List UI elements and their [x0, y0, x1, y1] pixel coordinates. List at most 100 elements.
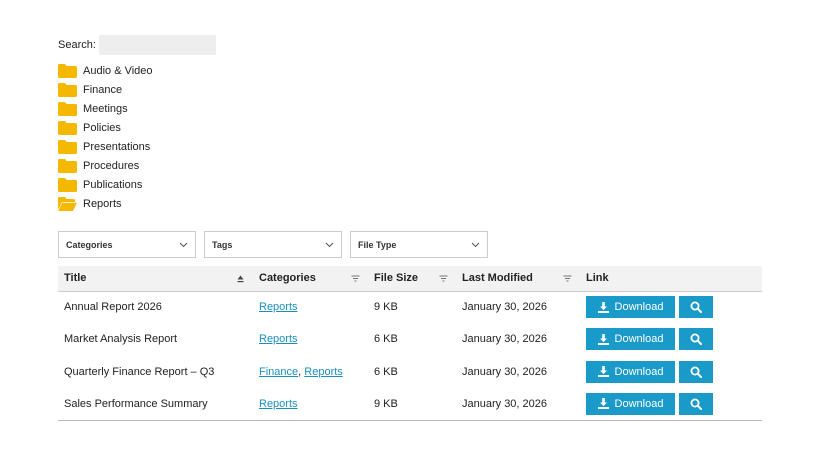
folder-label: Finance [83, 84, 123, 97]
download-label: Download [614, 301, 664, 314]
column-header-label: Title [64, 272, 87, 285]
category-link-reports[interactable]: Reports [259, 398, 298, 410]
folder-item-policies[interactable]: Policies [58, 119, 153, 138]
download-icon [597, 301, 609, 313]
sort-icon [563, 275, 572, 282]
category-link-reports[interactable]: Reports [259, 301, 298, 313]
cell-file-size: 9 KB [374, 301, 398, 314]
search-icon [690, 301, 702, 314]
column-header-label: File Size [374, 272, 419, 285]
column-header-label: Categories [259, 272, 316, 285]
download-label: Download [614, 397, 664, 410]
documents-table: Title Categories File Size Last Modified… [58, 266, 762, 421]
chevron-down-icon [471, 242, 480, 248]
cell-categories: Reports [253, 387, 368, 421]
folder-label: Policies [83, 122, 121, 135]
column-header-file-size[interactable]: File Size [368, 266, 456, 292]
cell-last-modified: January 30, 2026 [456, 387, 580, 421]
table-row: Sales Performance Summary Reports 9 KB J… [58, 387, 762, 421]
file-type-filter-label: File Type [358, 239, 397, 250]
download-icon [597, 366, 609, 378]
cell-last-modified: January 30, 2026 [462, 365, 548, 378]
folder-item-audio-video[interactable]: Audio & Video [58, 62, 153, 81]
cell-last-modified: January 30, 2026 [462, 333, 548, 346]
cell-categories: Finance, Reports [253, 356, 368, 388]
cell-categories: Reports [253, 291, 368, 323]
folder-label: Presentations [83, 141, 151, 153]
download-button[interactable]: Download [586, 360, 675, 383]
download-button[interactable]: Download [586, 328, 675, 351]
folder-list: Audio & Video Finance Meetings Policies … [58, 62, 153, 213]
folder-label: Audio & Video [83, 65, 153, 78]
preview-button[interactable] [679, 296, 713, 319]
preview-button[interactable] [679, 360, 713, 383]
search-bar: Search: [58, 35, 216, 55]
table-row: Annual Report 2026 Reports 9 KB January … [58, 291, 762, 323]
cell-file-size: 9 KB [368, 387, 456, 421]
folder-icon [58, 83, 77, 98]
cell-last-modified: January 30, 2026 [462, 301, 548, 314]
preview-button[interactable] [679, 392, 713, 415]
cell-link: Download [580, 356, 762, 388]
download-label: Download [614, 365, 664, 378]
search-input[interactable] [98, 35, 216, 55]
folder-item-reports[interactable]: Reports [58, 194, 153, 213]
column-header-label: Link [586, 272, 609, 285]
folder-label: Procedures [83, 159, 140, 172]
cell-title: Sales Performance Summary [58, 387, 253, 421]
chevron-down-icon [325, 242, 334, 248]
categories-filter-label: Categories [66, 239, 113, 250]
download-icon [597, 398, 609, 410]
filter-bar: Categories Tags File Type [58, 231, 496, 258]
category-link-finance[interactable]: Finance [259, 366, 298, 378]
cell-link: Download [580, 387, 762, 421]
folder-item-meetings[interactable]: Meetings [58, 100, 153, 119]
column-header-categories[interactable]: Categories [253, 266, 368, 292]
category-link-reports[interactable]: Reports [304, 366, 343, 378]
cell-title: Quarterly Finance Report – Q3 [64, 365, 215, 378]
search-icon [690, 333, 702, 346]
preview-button[interactable] [679, 328, 713, 351]
folder-item-finance[interactable]: Finance [58, 81, 153, 100]
file-type-filter-select[interactable]: File Type [350, 231, 488, 258]
folder-label: Meetings [83, 103, 128, 116]
column-header-last-modified[interactable]: Last Modified [456, 266, 580, 292]
cell-title: Annual Report 2026 [64, 301, 162, 314]
cell-file-size: 6 KB [374, 333, 398, 346]
category-link-reports[interactable]: Reports [259, 333, 298, 345]
column-header-title[interactable]: Title [58, 266, 253, 292]
folder-icon [58, 102, 77, 117]
table-row: Quarterly Finance Report – Q3 Finance, R… [58, 356, 762, 388]
tags-filter-select[interactable]: Tags [204, 231, 342, 258]
search-icon [690, 398, 702, 410]
folder-label: Reports [83, 197, 122, 210]
cell-link: Download [580, 323, 762, 355]
folder-open-icon [58, 196, 77, 211]
sort-icon [439, 275, 448, 282]
cell-title: Market Analysis Report [64, 333, 178, 346]
download-label: Download [614, 333, 664, 346]
sort-asc-icon [237, 275, 244, 283]
table-header-row: Title Categories File Size Last Modified… [58, 266, 762, 292]
chevron-down-icon [179, 242, 188, 248]
table-row: Market Analysis Report Reports 6 KB Janu… [58, 323, 762, 355]
sort-icon [351, 275, 360, 282]
folder-icon [58, 121, 77, 136]
folder-icon [58, 64, 77, 79]
folder-item-procedures[interactable]: Procedures [58, 156, 153, 175]
folder-item-publications[interactable]: Publications [58, 175, 153, 194]
cell-categories: Reports [253, 323, 368, 355]
folder-icon [58, 140, 77, 154]
folder-icon [58, 158, 77, 173]
categories-filter-select[interactable]: Categories [58, 231, 196, 258]
column-header-label: Last Modified [462, 272, 533, 285]
download-icon [597, 333, 609, 345]
cell-link: Download [580, 291, 762, 323]
folder-item-presentations[interactable]: Presentations [58, 138, 153, 157]
download-button[interactable]: Download [586, 392, 675, 415]
download-button[interactable]: Download [586, 296, 675, 319]
folder-icon [58, 177, 77, 192]
cell-file-size: 6 KB [374, 365, 398, 378]
folder-label: Publications [83, 178, 143, 191]
tags-filter-label: Tags [212, 239, 233, 250]
